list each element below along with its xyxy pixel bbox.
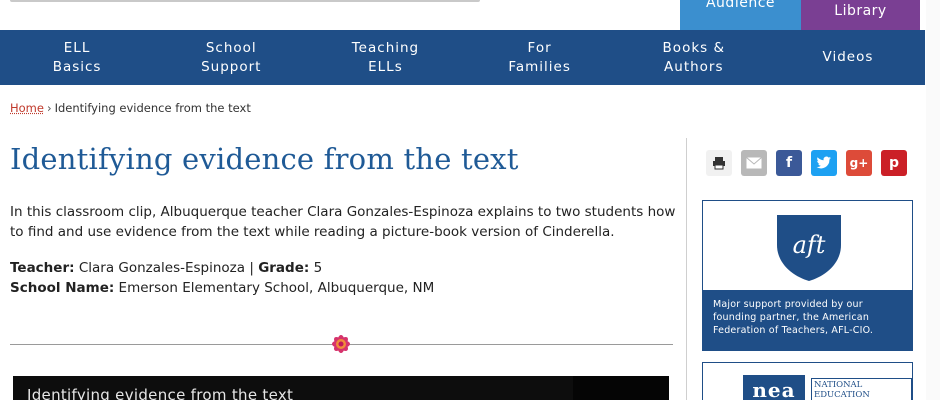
nav-item-videos[interactable]: Videos	[771, 30, 925, 85]
page-title: Identifying evidence from the text	[10, 142, 519, 176]
teacher-label: Teacher:	[10, 260, 75, 276]
nav-item-label: School Support	[201, 39, 262, 75]
nea-logo: nea	[743, 375, 805, 400]
audience-tab-label: Audience	[705, 0, 776, 11]
aft-shield-logo: aft	[777, 215, 841, 281]
breadcrumb-home-link[interactable]: Home	[10, 101, 44, 115]
meta-separator: |	[249, 260, 254, 276]
video-player[interactable]: Identifying evidence from the text	[13, 376, 669, 400]
google-plus-icon[interactable]: g+	[846, 150, 872, 176]
aft-logo-text: aft	[793, 231, 826, 259]
nea-sponsor-box[interactable]: nea NATIONAL EDUCATION	[702, 362, 913, 400]
nav-item-label: For Families	[508, 39, 571, 75]
pinterest-icon[interactable]: p	[881, 150, 907, 176]
nav-item-for-families[interactable]: For Families	[463, 30, 617, 85]
video-title: Identifying evidence from the text	[27, 386, 294, 400]
breadcrumb-separator: ›	[46, 101, 52, 115]
main-nav: ELL Basics School Support Teaching ELLs …	[0, 30, 925, 85]
print-icon[interactable]	[706, 150, 732, 176]
share-bar: f g+ p	[706, 150, 907, 176]
audience-tab[interactable]: Audience	[680, 0, 801, 30]
video-dark-panel	[573, 376, 669, 400]
aft-caption: Major support provided by our founding p…	[703, 290, 912, 350]
top-strip: Audience Library	[0, 0, 940, 30]
nav-item-label: Teaching ELLs	[351, 39, 420, 75]
nav-item-school-support[interactable]: School Support	[154, 30, 308, 85]
library-tab[interactable]: Library	[801, 0, 920, 30]
nav-item-label: Books & Authors	[662, 39, 725, 75]
article-meta: Teacher: Clara Gonzales-Espinoza | Grade…	[10, 258, 434, 298]
breadcrumb: Home › Identifying evidence from the text	[10, 101, 251, 115]
email-icon[interactable]	[741, 150, 767, 176]
meta-row-teacher: Teacher: Clara Gonzales-Espinoza | Grade…	[10, 258, 434, 278]
nav-item-books-authors[interactable]: Books & Authors	[617, 30, 771, 85]
grade-label: Grade:	[258, 260, 310, 276]
nav-item-label: ELL Basics	[52, 39, 102, 75]
scrollbar-track[interactable]	[926, 0, 940, 400]
school-label: School Name:	[10, 280, 115, 296]
nav-item-teaching-ells[interactable]: Teaching ELLs	[308, 30, 462, 85]
facebook-icon[interactable]: f	[776, 150, 802, 176]
meta-row-school: School Name: Emerson Elementary School, …	[10, 278, 434, 298]
library-tab-label: Library	[834, 3, 887, 19]
nav-item-label: Videos	[822, 49, 874, 65]
aft-sponsor-box[interactable]: aft Major support provided by our foundi…	[702, 200, 913, 351]
sidebar-divider	[686, 138, 687, 400]
grade-value: 5	[313, 260, 323, 276]
nea-logo-text: NATIONAL EDUCATION	[811, 378, 912, 400]
article-intro: In this classroom clip, Albuquerque teac…	[10, 204, 676, 240]
flower-icon	[332, 335, 350, 353]
teacher-value: Clara Gonzales-Espinoza	[78, 260, 246, 276]
school-value: Emerson Elementary School, Albuquerque, …	[118, 280, 435, 296]
nav-item-ell-basics[interactable]: ELL Basics	[0, 30, 154, 85]
breadcrumb-current: Identifying evidence from the text	[54, 101, 251, 115]
twitter-icon[interactable]	[811, 150, 837, 176]
site-title-cropped	[10, 0, 480, 2]
